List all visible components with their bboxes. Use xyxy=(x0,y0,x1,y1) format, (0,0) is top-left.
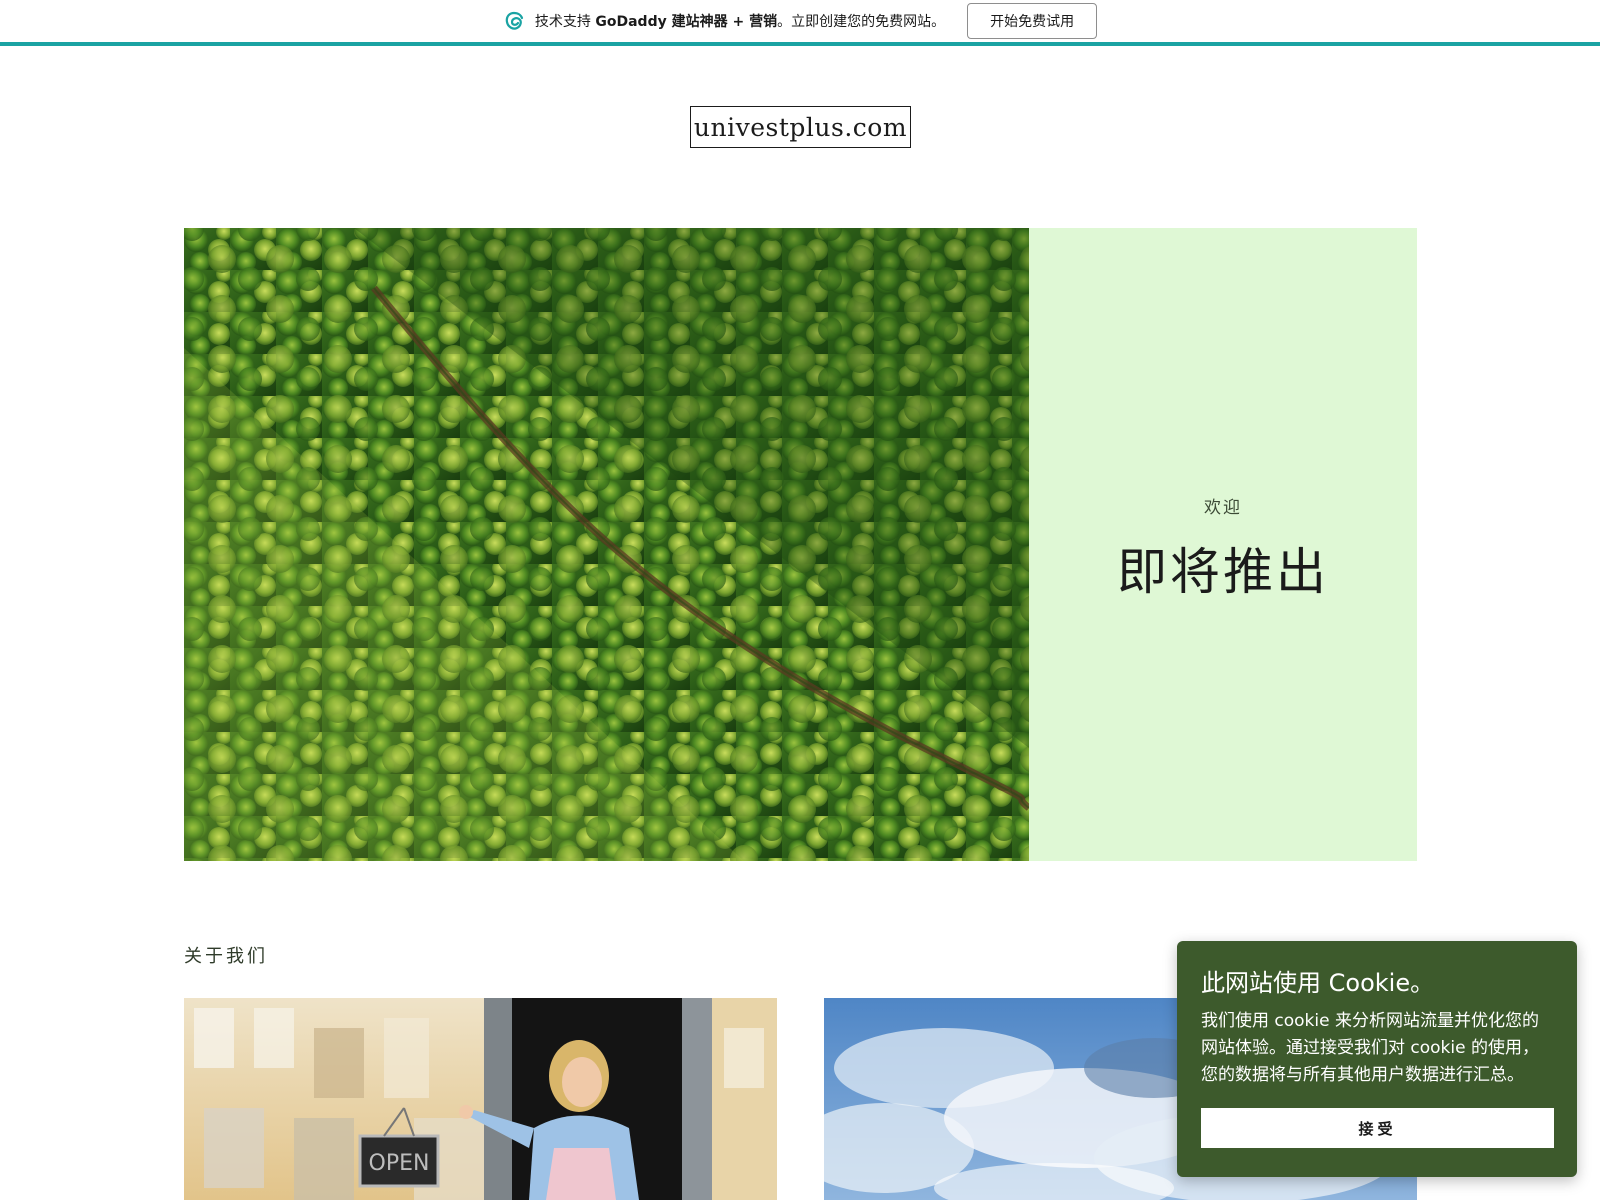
start-free-trial-button[interactable]: 开始免费试用 xyxy=(967,3,1098,39)
promo-content: 技术支持 GoDaddy 建站神器 + 营销。立即创建您的免费网站。 开始免费试… xyxy=(503,3,1098,39)
site-logo[interactable]: univestplus.com xyxy=(690,106,911,148)
promo-brand[interactable]: GoDaddy 建站神器 + 营销 xyxy=(595,14,777,30)
hero-title: 即将推出 xyxy=(1117,543,1329,601)
svg-text:OPEN: OPEN xyxy=(369,1151,430,1176)
hero-kicker: 欢迎 xyxy=(1204,498,1242,518)
promo-text-prefix: 技术支持 xyxy=(534,14,596,30)
cookie-description: 我们使用 cookie 来分析网站流量并优化您的网站体验。通过接受我们对 coo… xyxy=(1201,1011,1539,1085)
cookie-title: 此网站使用 Cookie。 xyxy=(1201,969,1435,997)
hero-section: 欢迎 即将推出 xyxy=(184,228,1417,861)
promo-text: 技术支持 GoDaddy 建站神器 + 营销。立即创建您的免费网站。 xyxy=(535,11,945,31)
about-heading: 关于我们 xyxy=(184,946,268,967)
promo-bar: 技术支持 GoDaddy 建站神器 + 营销。立即创建您的免费网站。 开始免费试… xyxy=(0,0,1600,46)
hero-text-panel: 欢迎 即将推出 xyxy=(1029,228,1417,861)
cookie-banner: 此网站使用 Cookie。 我们使用 cookie 来分析网站流量并优化您的网站… xyxy=(1177,941,1577,1177)
hero-forest-image xyxy=(184,228,1029,861)
godaddy-logo-icon xyxy=(503,10,525,32)
cookie-accept-button[interactable]: 接受 xyxy=(1201,1108,1554,1148)
promo-text-suffix: 。立即创建您的免费网站。 xyxy=(777,14,946,30)
about-card-image-shop: OPEN xyxy=(184,998,777,1200)
